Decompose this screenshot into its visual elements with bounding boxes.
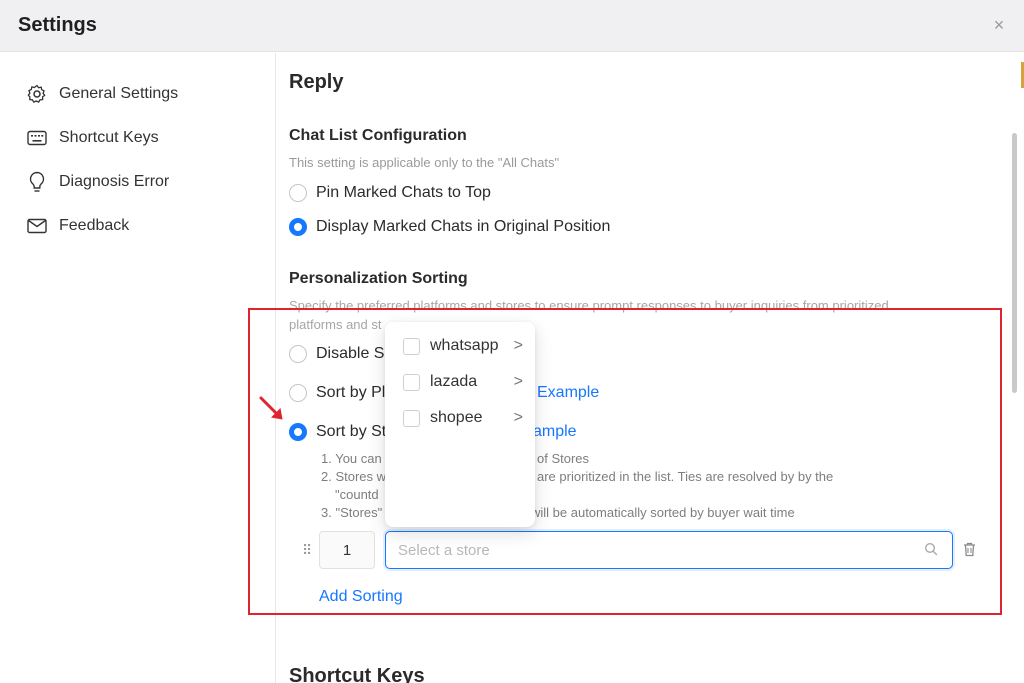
sidebar-item-label: General Settings (59, 85, 179, 102)
radio-original-position[interactable]: Display Marked Chats in Original Positio… (289, 216, 610, 238)
radio-button-selected[interactable] (289, 423, 307, 441)
checkbox[interactable] (403, 409, 420, 427)
drag-handle-icon[interactable]: ⠿ (302, 543, 312, 557)
example-link-store[interactable]: ample (533, 423, 577, 441)
search-icon (924, 542, 940, 558)
note-line-2-right: are prioritized in the list. Ties are re… (537, 469, 834, 484)
checkbox[interactable] (403, 373, 420, 391)
note-line-1-right: of Stores (537, 451, 590, 466)
personalization-hint-line1: Specify the preferred platforms and stor… (289, 298, 889, 313)
radio-sort-by-platform[interactable]: Sort by Pl (289, 382, 385, 404)
lightbulb-icon (26, 171, 48, 193)
note-line-2: 2. Stores w (321, 469, 387, 484)
radio-label: Pin Marked Chats to Top (316, 184, 491, 201)
sidebar: General Settings Shortcut Keys Diagnosis… (0, 53, 276, 683)
sidebar-item-general-settings[interactable]: General Settings (26, 82, 178, 106)
sidebar-item-label: Diagnosis Error (59, 173, 170, 190)
personalization-sorting-title: Personalization Sorting (289, 270, 468, 287)
store-search-input[interactable] (398, 541, 898, 559)
mail-icon (26, 215, 48, 237)
radio-button-selected[interactable] (289, 218, 307, 236)
close-button[interactable]: × (990, 16, 1008, 34)
section-title-reply: Reply (289, 71, 344, 93)
chat-list-hint: This setting is applicable only to the "… (289, 155, 560, 170)
note-line-3: 3. "Stores" (321, 505, 383, 520)
note-line-2b: "countd (335, 487, 379, 502)
title-bar: Settings × (0, 0, 1024, 52)
chat-list-title: Chat List Configuration (289, 127, 467, 144)
dropdown-item-lazada[interactable]: lazada > (403, 371, 523, 393)
radio-sort-by-store[interactable]: Sort by St (289, 421, 386, 443)
radio-button[interactable] (289, 184, 307, 202)
dropdown-item-shopee[interactable]: shopee > (403, 407, 523, 429)
radio-label: Display Marked Chats in Original Positio… (316, 218, 611, 235)
add-sorting-button[interactable]: Add Sorting (319, 588, 403, 606)
chevron-right-icon: > (513, 337, 523, 354)
dropdown-item-whatsapp[interactable]: whatsapp > (403, 335, 523, 357)
annotation-arrow-icon (258, 395, 288, 425)
store-select[interactable] (385, 531, 953, 569)
radio-button[interactable] (289, 345, 307, 363)
delete-icon[interactable] (963, 542, 977, 558)
sidebar-item-feedback[interactable]: Feedback (26, 214, 129, 238)
example-link-platform[interactable]: Example (537, 384, 599, 402)
radio-pin-marked-chats[interactable]: Pin Marked Chats to Top (289, 182, 491, 204)
checkbox[interactable] (403, 337, 420, 355)
radio-label: Sort by St (316, 423, 387, 440)
sidebar-item-shortcut-keys[interactable]: Shortcut Keys (26, 126, 159, 150)
radio-disable-sorting[interactable]: Disable So (289, 343, 393, 365)
section-title-shortcut-keys: Shortcut Keys (289, 665, 425, 683)
sidebar-item-label: Feedback (59, 217, 130, 234)
scrollbar[interactable] (1012, 133, 1017, 393)
sidebar-item-diagnosis-error[interactable]: Diagnosis Error (26, 170, 169, 194)
chevron-right-icon: > (513, 373, 523, 390)
chevron-right-icon: > (513, 409, 523, 426)
note-line-3-right: will be automatically sorted by buyer wa… (531, 505, 795, 520)
radio-label: Disable So (316, 345, 394, 362)
personalization-hint-line2: platforms and st (289, 317, 382, 332)
keyboard-icon (26, 127, 48, 149)
gear-icon (26, 83, 48, 105)
dropdown-item-label: lazada (430, 373, 478, 390)
radio-button[interactable] (289, 384, 307, 402)
platform-dropdown: whatsapp > lazada > shopee > (385, 322, 535, 527)
sidebar-item-label: Shortcut Keys (59, 129, 159, 146)
radio-label: Sort by Pl (316, 384, 386, 401)
note-line-1: 1. You can (321, 451, 382, 466)
sort-order-field[interactable]: 1 (319, 531, 375, 569)
window-title: Settings (18, 14, 97, 36)
dropdown-item-label: whatsapp (430, 337, 499, 354)
dropdown-item-label: shopee (430, 409, 483, 426)
